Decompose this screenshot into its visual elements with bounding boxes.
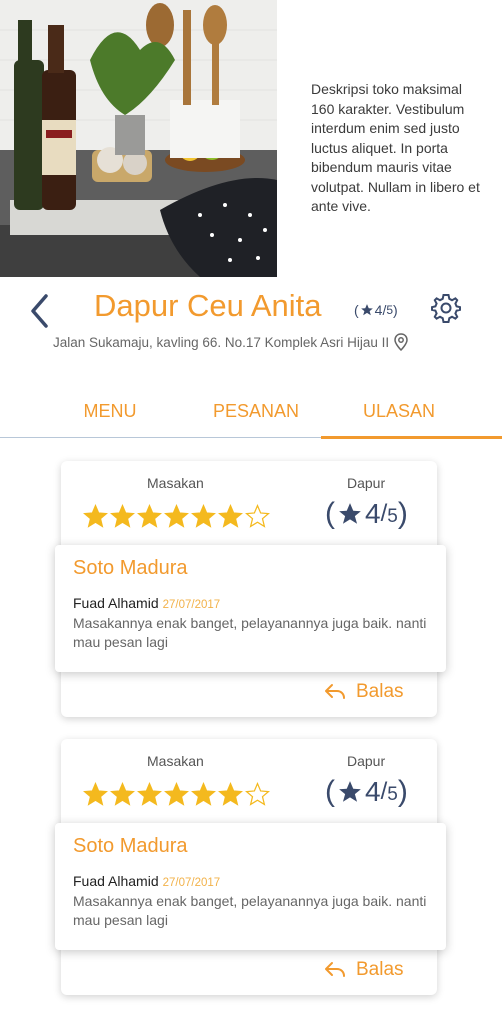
masakan-star-rating (83, 504, 270, 529)
star-filled-icon (83, 782, 108, 806)
review-user-name: Fuad Alhamid (73, 873, 159, 889)
dapur-rating-max: 5 (387, 506, 398, 527)
star-icon (339, 503, 361, 524)
star-filled-icon (191, 504, 216, 528)
star-filled-icon (218, 782, 243, 806)
review-author: Fuad Alhamid 27/07/2017 (73, 873, 220, 889)
reply-button[interactable]: Balas (324, 681, 404, 703)
star-filled-icon (83, 504, 108, 528)
dapur-rating-max: 5 (387, 784, 398, 805)
star-filled-icon (137, 504, 162, 528)
store-header: Dapur Ceu Anita ( 4 / 5 ) Jalan Sukamaju… (0, 280, 502, 360)
review-text: Masakannya enak banget, pelayanannya jug… (73, 615, 427, 650)
review-comment: Soto Madura Fuad Alhamid 27/07/2017 Masak… (55, 823, 446, 950)
store-address-text: Jalan Sukamaju, kavling 66. No.17 Komple… (53, 334, 390, 350)
star-filled-icon (164, 504, 189, 528)
tab-pesanan[interactable]: PESANAN (196, 388, 316, 436)
dapur-label: Dapur (347, 475, 386, 491)
star-empty-icon (245, 504, 270, 528)
dapur-rating-value: 4 (365, 776, 381, 807)
dapur-rating-value: 4 (365, 498, 381, 529)
star-icon (339, 781, 361, 802)
store-rating-max: 5 (386, 303, 394, 317)
tab-active-indicator (321, 436, 502, 439)
reply-label: Balas (356, 681, 404, 702)
settings-button[interactable] (430, 292, 462, 324)
masakan-label: Masakan (147, 753, 204, 769)
star-filled-icon (110, 504, 135, 528)
dapur-label: Dapur (347, 753, 386, 769)
star-filled-icon (218, 504, 243, 528)
review-user-name: Fuad Alhamid (73, 595, 159, 611)
star-filled-icon (137, 782, 162, 806)
store-rating-value: 4 (374, 302, 383, 318)
gear-icon (431, 294, 461, 323)
reply-icon (325, 684, 345, 699)
tab-ulasan[interactable]: ULASAN (339, 388, 459, 436)
dapur-rating: ( 4 / 5 ) (325, 497, 408, 530)
tab-bar: MENU PESANAN ULASAN (0, 388, 502, 440)
reply-button[interactable]: Balas (324, 959, 404, 981)
review-date: 27/07/2017 (162, 599, 221, 611)
location-pin-icon (394, 333, 408, 351)
store-rating: ( 4 / 5 ) (354, 302, 398, 318)
review-dish-name: Soto Madura (73, 835, 188, 857)
review-author: Fuad Alhamid 27/07/2017 (73, 595, 220, 611)
star-filled-icon (164, 782, 189, 806)
store-name: Dapur Ceu Anita (94, 288, 322, 323)
store-address: Jalan Sukamaju, kavling 66. No.17 Komple… (53, 333, 409, 351)
masakan-star-rating (83, 782, 270, 807)
reply-icon (325, 962, 345, 977)
dapur-rating: ( 4 / 5 ) (325, 775, 408, 808)
star-filled-icon (110, 782, 135, 806)
review-comment: Soto Madura Fuad Alhamid 27/07/2017 Masak… (55, 545, 446, 672)
reply-label: Balas (356, 959, 404, 980)
tab-menu[interactable]: MENU (50, 388, 170, 436)
star-empty-icon (245, 782, 270, 806)
star-filled-icon (191, 782, 216, 806)
store-description: Deskripsi toko maksimal 160 karakter. Ve… (311, 81, 480, 214)
back-button[interactable] (22, 292, 62, 332)
star-icon (360, 304, 373, 316)
store-cover-image (0, 0, 277, 277)
review-dish-name: Soto Madura (73, 557, 188, 579)
review-text: Masakannya enak banget, pelayanannya jug… (73, 893, 427, 928)
review-date: 27/07/2017 (162, 877, 221, 889)
masakan-label: Masakan (147, 475, 204, 491)
chevron-left-icon (31, 294, 48, 328)
